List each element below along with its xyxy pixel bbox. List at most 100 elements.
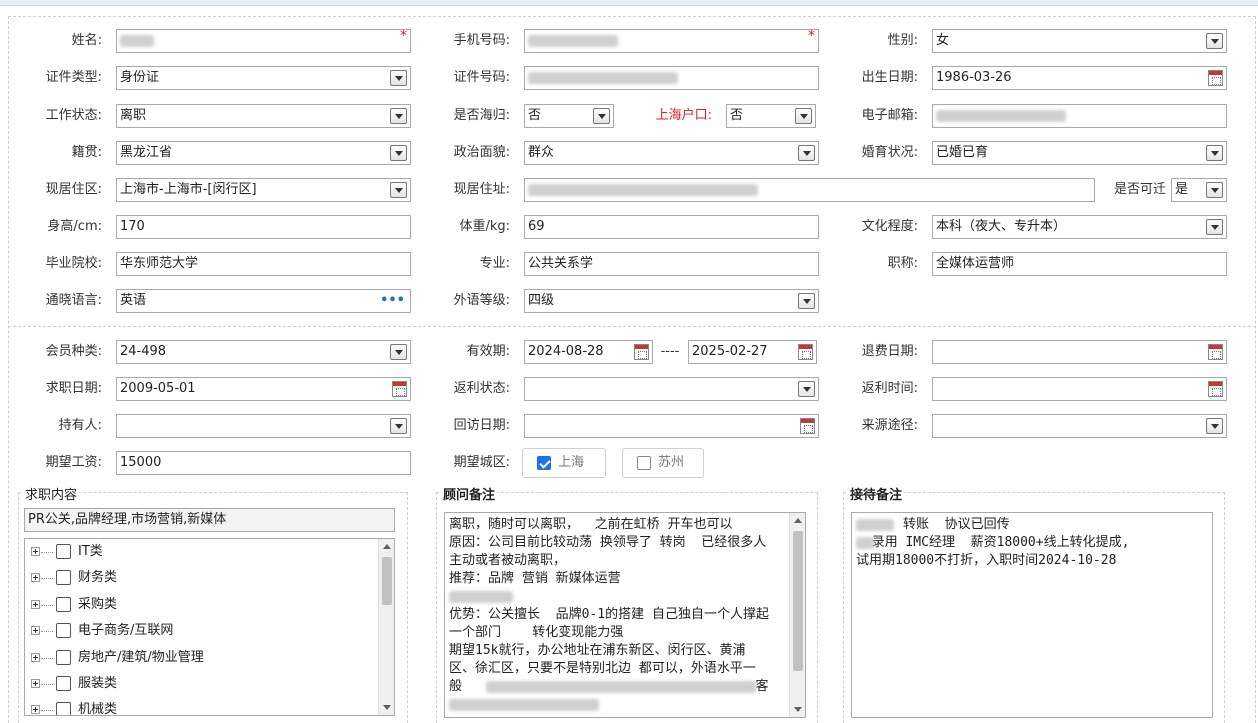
valid-from-input[interactable]: 2024-08-28 [524, 340, 653, 364]
height-input[interactable]: 170 [116, 215, 411, 239]
notes-line: 录用 IMC经理 薪资18000+线上转化提成, [856, 534, 1208, 552]
residence-area-value: 上海市-上海市-[闵行区] [120, 182, 257, 197]
relocatable-select[interactable]: 是 [1171, 178, 1227, 202]
scroll-thumb[interactable] [793, 531, 803, 671]
chevron-down-icon[interactable] [390, 70, 407, 86]
chevron-down-icon[interactable] [390, 145, 407, 161]
scroll-up-icon[interactable] [383, 544, 391, 549]
gender-select[interactable]: 女 [932, 29, 1227, 53]
calendar-icon[interactable] [1208, 381, 1223, 397]
title-input[interactable]: 全媒体运营师 [932, 252, 1227, 276]
checkbox-icon[interactable] [56, 544, 71, 559]
source-select[interactable] [932, 414, 1227, 438]
chevron-down-icon[interactable] [1206, 33, 1223, 49]
chevron-down-icon[interactable] [390, 108, 407, 124]
redacted-name [120, 34, 154, 47]
name-label: 姓名: [71, 33, 102, 48]
city-checkbox-shanghai[interactable]: 上海 [522, 448, 606, 478]
chevron-down-icon[interactable] [390, 182, 407, 198]
native-place-value: 黑龙江省 [120, 145, 173, 160]
calendar-icon[interactable] [392, 381, 407, 397]
notes-scrollbar[interactable] [789, 513, 805, 717]
phone-input[interactable]: * [524, 29, 819, 53]
email-input[interactable] [932, 104, 1227, 128]
calendar-icon[interactable] [800, 418, 815, 434]
valid-to-input[interactable]: 2025-02-27 [688, 340, 817, 364]
calendar-icon[interactable] [634, 344, 649, 360]
redacted-text [485, 680, 756, 693]
chevron-down-icon[interactable] [798, 293, 815, 309]
calendar-icon[interactable] [798, 344, 813, 360]
tree-scrollbar[interactable] [378, 539, 394, 715]
visit-date-input[interactable] [524, 414, 819, 438]
consultant-notes-textarea[interactable]: 离职，随时可以离职， 之前在虹桥 开车也可以 原因：公司目前比较动荡 换领导了 … [444, 512, 806, 718]
scroll-up-icon[interactable] [794, 518, 802, 523]
city-checkbox-suzhou[interactable]: 苏州 [622, 448, 704, 478]
tree-connector [41, 605, 53, 606]
chevron-down-icon[interactable] [798, 381, 815, 397]
expand-icon[interactable] [31, 547, 40, 556]
member-type-select[interactable]: 24-498 [116, 340, 411, 364]
major-input[interactable]: 公共关系学 [524, 252, 819, 276]
job-seek-date-input[interactable]: 2009-05-01 [116, 377, 411, 401]
checkbox-unchecked-icon[interactable] [637, 456, 651, 470]
weight-input[interactable]: 69 [524, 215, 819, 239]
education-select[interactable]: 本科（夜大、专升本） [932, 215, 1227, 239]
chevron-down-icon[interactable] [1206, 182, 1223, 198]
holder-select[interactable] [116, 414, 411, 438]
expand-icon[interactable] [31, 573, 40, 582]
refund-date-input[interactable] [932, 340, 1227, 364]
expand-icon[interactable] [31, 600, 40, 609]
school-input[interactable]: 华东师范大学 [116, 252, 411, 276]
calendar-icon[interactable] [1208, 70, 1223, 86]
checkbox-icon[interactable] [56, 650, 71, 665]
reception-notes-textarea[interactable]: 转账 协议已回传 录用 IMC经理 薪资18000+线上转化提成, 试用期180… [851, 512, 1213, 718]
checkbox-icon[interactable] [56, 570, 71, 585]
expected-salary-input[interactable]: 15000 [116, 451, 411, 475]
expand-icon[interactable] [31, 626, 40, 635]
rebate-status-select[interactable] [524, 377, 819, 401]
scroll-thumb[interactable] [382, 557, 392, 605]
checkbox-icon[interactable] [56, 623, 71, 638]
expand-icon[interactable] [31, 705, 40, 714]
chevron-down-icon[interactable] [1206, 145, 1223, 161]
chevron-down-icon[interactable] [390, 344, 407, 360]
expand-icon[interactable] [31, 653, 40, 662]
residence-area-select[interactable]: 上海市-上海市-[闵行区] [116, 178, 411, 202]
political-status-select[interactable]: 群众 [524, 141, 819, 165]
tree-connector [41, 710, 53, 711]
checkbox-icon[interactable] [56, 702, 71, 715]
checkbox-checked-icon[interactable] [537, 456, 551, 470]
chevron-down-icon[interactable] [390, 418, 407, 434]
shanghai-hukou-select[interactable]: 否 [726, 104, 816, 128]
expand-icon[interactable] [31, 679, 40, 688]
calendar-icon[interactable] [1208, 344, 1223, 360]
scroll-down-icon[interactable] [794, 707, 802, 712]
tree-connector [41, 684, 53, 685]
id-number-input[interactable] [524, 66, 819, 90]
name-input[interactable]: * [116, 29, 411, 53]
native-place-select[interactable]: 黑龙江省 [116, 141, 411, 165]
notes-line: 主动或者被动离职， [449, 553, 567, 568]
rebate-time-input[interactable] [932, 377, 1227, 401]
chevron-down-icon[interactable] [1206, 418, 1223, 434]
job-content-summary[interactable]: PR公关,品牌经理,市场营销,新媒体 [24, 508, 395, 532]
id-type-select[interactable]: 身份证 [116, 66, 411, 90]
chevron-down-icon[interactable] [795, 108, 812, 124]
job-category-tree[interactable]: IT类 财务类 采购类 电子商务/互联网 房地产/建筑/物业管理 服装类 机械类 [24, 538, 395, 716]
more-icon[interactable]: ••• [380, 290, 405, 312]
chevron-down-icon[interactable] [1206, 219, 1223, 235]
foreign-level-select[interactable]: 四级 [524, 289, 819, 313]
checkbox-icon[interactable] [56, 676, 71, 691]
chevron-down-icon[interactable] [593, 108, 610, 124]
returnee-select[interactable]: 否 [524, 104, 614, 128]
scroll-down-icon[interactable] [383, 705, 391, 710]
marital-status-select[interactable]: 已婚已育 [932, 141, 1227, 165]
work-status-select[interactable]: 离职 [116, 104, 411, 128]
checkbox-icon[interactable] [56, 597, 71, 612]
birth-date-input[interactable]: 1986-03-26 [932, 66, 1227, 90]
language-input[interactable]: 英语 ••• [116, 289, 411, 313]
redacted-text [856, 519, 894, 531]
residence-address-input[interactable] [524, 178, 1095, 202]
chevron-down-icon[interactable] [798, 145, 815, 161]
